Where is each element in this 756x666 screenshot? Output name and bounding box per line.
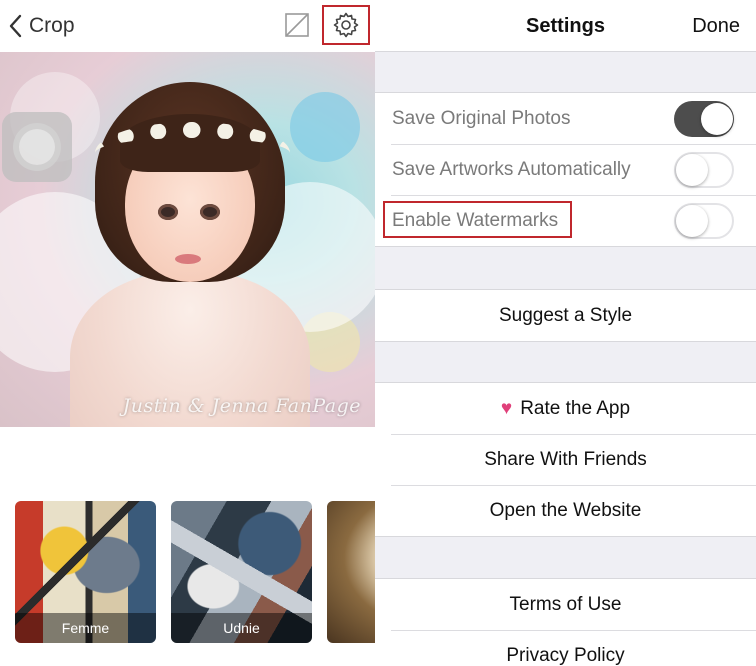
assistive-touch-icon <box>19 129 55 165</box>
share-friends-button[interactable]: Share With Friends <box>375 434 756 485</box>
suggest-group: Suggest a Style <box>375 289 756 342</box>
photo-bokeh <box>290 92 360 162</box>
legal-group: Terms of Use Privacy Policy <box>375 578 756 666</box>
toggle-label: Save Original Photos <box>392 108 571 129</box>
chevron-left-icon <box>9 14 22 38</box>
rate-app-button[interactable]: ♥ Rate the App <box>375 383 756 434</box>
watermark-toggle[interactable] <box>674 203 734 239</box>
share-group: ♥ Rate the App Share With Friends Open t… <box>375 382 756 537</box>
toggle-knob <box>676 205 708 237</box>
editor-toolbar: Crop <box>0 0 375 52</box>
save-original-toggle[interactable] <box>674 101 734 137</box>
photo-flower-crown <box>95 122 290 184</box>
gear-icon <box>333 12 359 38</box>
style-label: Femme <box>15 613 156 643</box>
photo-eye <box>158 204 178 220</box>
terms-of-use-button[interactable]: Terms of Use <box>375 579 756 630</box>
settings-panel: Settings Done Save Original Photos Save … <box>375 0 756 666</box>
open-website-button[interactable]: Open the Website <box>375 485 756 536</box>
editor-panel: Crop Justin & Jenna FanPage Femme Udnie <box>0 0 375 666</box>
toggle-group: Save Original Photos Save Artworks Autom… <box>375 92 756 247</box>
toggle-row-save-artworks: Save Artworks Automatically <box>375 144 756 195</box>
style-tile-partial[interactable] <box>327 501 375 643</box>
photo-eye <box>200 204 220 220</box>
settings-navbar: Settings Done <box>375 0 756 52</box>
style-carousel[interactable]: Femme Udnie <box>0 501 375 643</box>
assistive-touch-button[interactable] <box>2 112 72 182</box>
style-tile-femme[interactable]: Femme <box>15 501 156 643</box>
back-button[interactable]: Crop <box>8 8 75 44</box>
privacy-policy-button[interactable]: Privacy Policy <box>375 630 756 666</box>
suggest-style-button[interactable]: Suggest a Style <box>375 290 756 341</box>
toggle-label: Save Artworks Automatically <box>392 159 631 180</box>
photo-watermark: Justin & Jenna FanPage <box>122 395 361 417</box>
save-artworks-toggle[interactable] <box>674 152 734 188</box>
toggle-row-watermarks: Enable Watermarks <box>375 195 756 246</box>
crop-square-icon[interactable] <box>285 13 309 37</box>
toggle-label: Enable Watermarks <box>392 210 559 231</box>
toggle-knob <box>676 154 708 186</box>
rate-app-label: Rate the App <box>520 397 631 419</box>
style-tile-udnie[interactable]: Udnie <box>171 501 312 643</box>
style-label: Udnie <box>171 613 312 643</box>
back-label: Crop <box>29 14 75 37</box>
done-button[interactable]: Done <box>692 0 740 52</box>
photo-lips <box>175 254 201 264</box>
toggle-knob <box>701 103 733 135</box>
settings-button[interactable] <box>322 5 370 45</box>
photo-preview[interactable]: Justin & Jenna FanPage <box>0 52 375 427</box>
toggle-row-save-original: Save Original Photos <box>375 93 756 144</box>
sparkling-heart-icon: ♥ <box>500 397 513 419</box>
